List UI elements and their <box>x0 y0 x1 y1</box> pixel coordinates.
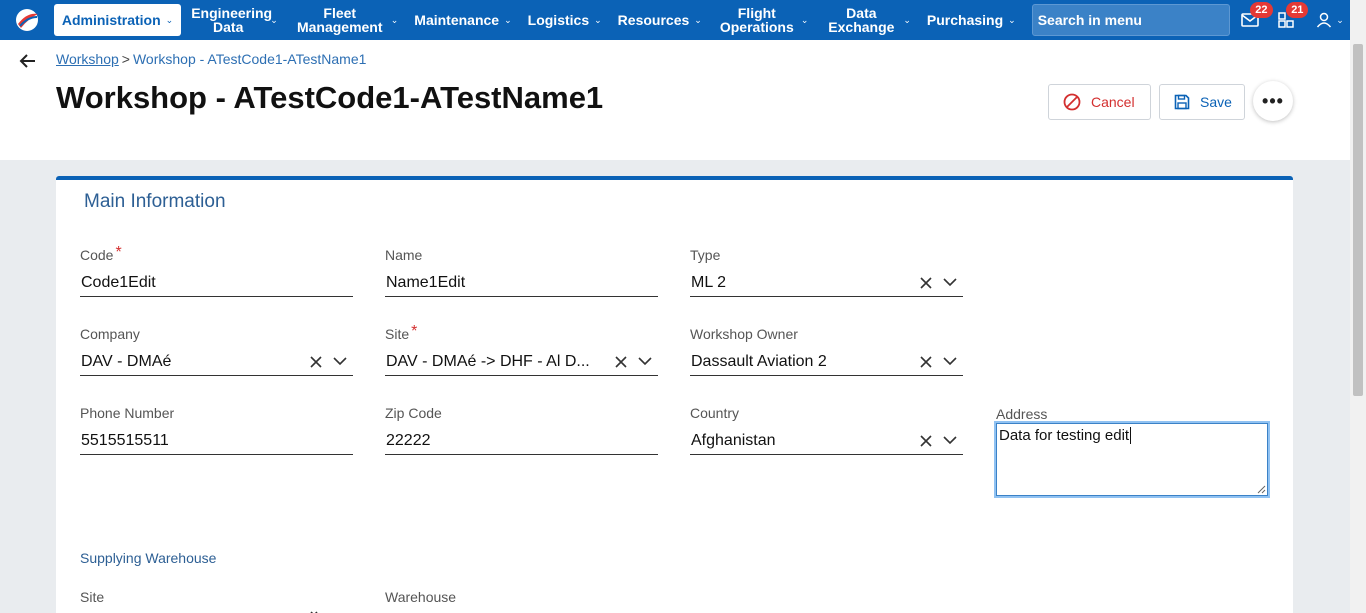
country-select[interactable]: Afghanistan <box>690 427 963 455</box>
required-asterisk: * <box>115 244 122 261</box>
tasks-button[interactable]: 21 <box>1268 0 1309 40</box>
workshop-owner-field: Workshop Owner Dassault Aviation 2 <box>690 326 963 376</box>
section-title-main-information: Main Information <box>84 191 226 212</box>
chevron-down-icon: ⌄ <box>390 15 399 25</box>
more-icon: ••• <box>1262 90 1284 111</box>
breadcrumb-workshop-link[interactable]: Workshop <box>56 51 119 67</box>
chevron-down-icon[interactable] <box>943 436 957 445</box>
clear-icon[interactable] <box>919 434 933 448</box>
chevron-down-icon: ⌄ <box>694 15 702 25</box>
supplying-warehouse-label: Warehouse <box>385 589 457 605</box>
chevron-down-icon: ⌄ <box>1008 15 1016 25</box>
nav-maintenance[interactable]: Maintenance ⌄ <box>406 0 519 40</box>
clear-icon[interactable] <box>614 355 628 369</box>
chevron-down-icon: ⌄ <box>594 15 602 25</box>
back-arrow-icon[interactable] <box>18 52 38 70</box>
nav-engineering-data[interactable]: Engineering Data ⌄ <box>183 0 286 40</box>
workshop-owner-select[interactable]: Dassault Aviation 2 <box>690 348 963 376</box>
breadcrumb: Workshop > Workshop - ATestCode1-ATestName… <box>56 51 366 67</box>
chevron-down-icon[interactable] <box>333 357 347 366</box>
company-field: Company DAV - DMAé <box>80 326 353 376</box>
app-root: Administration ⌄ Engineering Data ⌄ Fleet … <box>0 0 1366 613</box>
required-asterisk: * <box>411 323 418 340</box>
chevron-down-icon: ⌄ <box>903 15 911 25</box>
user-menu-button[interactable]: ⌄ <box>1310 0 1350 40</box>
nav-administration[interactable]: Administration ⌄ <box>53 4 182 36</box>
zip-code-field: Zip Code 22222 <box>385 405 658 455</box>
workshop-owner-label: Workshop Owner <box>690 326 798 342</box>
nav-fleet-management[interactable]: Fleet Management ⌄ <box>286 0 407 40</box>
page-title: Workshop - ATestCode1-ATestName1 <box>56 80 604 115</box>
supplying-site-label: Site <box>80 589 105 605</box>
type-label: Type <box>690 247 721 263</box>
site-label: Site <box>385 326 410 342</box>
tasks-badge: 21 <box>1286 2 1309 18</box>
country-field: Country Afghanistan <box>690 405 963 455</box>
name-field: Name Name1Edit <box>385 247 658 297</box>
chevron-down-icon[interactable] <box>638 357 652 366</box>
clear-icon[interactable] <box>919 355 933 369</box>
menu-search-input[interactable]: Search in menu <box>1031 4 1231 36</box>
site-field: Site * DAV - DMAé -> DHF - Al D... <box>385 323 658 376</box>
site-select[interactable]: DAV - DMAé -> DHF - Al D... <box>385 348 658 376</box>
nav-resources[interactable]: Resources ⌄ <box>610 0 710 40</box>
code-input[interactable]: Code1Edit <box>80 269 353 297</box>
save-label: Save <box>1200 94 1232 110</box>
clear-icon[interactable] <box>919 276 933 290</box>
save-icon <box>1174 94 1190 110</box>
breadcrumb-current: Workshop - ATestCode1-ATestName1 <box>132 51 367 67</box>
chevron-down-icon: ⌄ <box>270 15 278 25</box>
cancel-icon <box>1063 93 1081 111</box>
address-value: Data for testing edit <box>999 427 1130 444</box>
zip-code-label: Zip Code <box>385 405 442 421</box>
text-cursor <box>1130 427 1132 444</box>
scrollbar-thumb[interactable] <box>1353 44 1363 396</box>
company-select[interactable]: DAV - DMAé <box>80 348 353 376</box>
cancel-button[interactable]: Cancel <box>1048 84 1151 120</box>
app-logo-icon[interactable] <box>0 0 54 40</box>
nav-purchasing[interactable]: Purchasing ⌄ <box>919 0 1024 40</box>
phone-number-field: Phone Number 5515515511 <box>80 405 353 455</box>
clear-icon[interactable] <box>309 355 323 369</box>
save-button[interactable]: Save <box>1159 84 1245 120</box>
chevron-down-icon: ⌄ <box>1336 14 1344 25</box>
phone-number-label: Phone Number <box>80 405 175 421</box>
name-input[interactable]: Name1Edit <box>385 269 658 297</box>
chevron-down-icon[interactable] <box>943 357 957 366</box>
country-label: Country <box>690 405 740 421</box>
address-textarea[interactable]: Data for testing edit <box>994 421 1270 498</box>
code-field: Code * Code1Edit <box>80 244 353 297</box>
nav-logistics[interactable]: Logistics ⌄ <box>520 0 610 40</box>
chevron-down-icon: ⌄ <box>800 15 809 25</box>
address-label: Address <box>996 406 1048 422</box>
zip-code-input[interactable]: 22222 <box>385 427 658 455</box>
nav-flight-operations[interactable]: Flight Operations ⌄ <box>710 0 817 40</box>
resize-handle-icon[interactable] <box>1257 485 1266 494</box>
breadcrumb-separator: > <box>121 51 130 67</box>
cancel-label: Cancel <box>1091 94 1135 110</box>
top-navbar: Administration ⌄ Engineering Data ⌄ Fleet … <box>0 0 1350 40</box>
supplying-warehouse-title: Supplying Warehouse <box>80 550 217 566</box>
company-label: Company <box>80 326 140 342</box>
phone-number-input[interactable]: 5515515511 <box>80 427 353 455</box>
chevron-down-icon: ⌄ <box>504 15 512 25</box>
chevron-down-icon[interactable] <box>943 278 957 287</box>
type-field: Type ML 2 <box>690 247 963 297</box>
name-label: Name <box>385 247 423 263</box>
nav-data-exchange[interactable]: Data Exchange ⌄ <box>816 0 919 40</box>
code-label: Code <box>80 247 114 263</box>
mail-button[interactable]: 22 <box>1232 0 1273 40</box>
page-scrollbar[interactable] <box>1350 0 1366 613</box>
chevron-down-icon: ⌄ <box>165 15 174 25</box>
type-select[interactable]: ML 2 <box>690 269 963 297</box>
user-icon <box>1317 12 1332 28</box>
more-options-button[interactable]: ••• <box>1253 81 1293 121</box>
main-information-card: Main Information Code * Code1Edit Name Na… <box>56 176 1293 613</box>
